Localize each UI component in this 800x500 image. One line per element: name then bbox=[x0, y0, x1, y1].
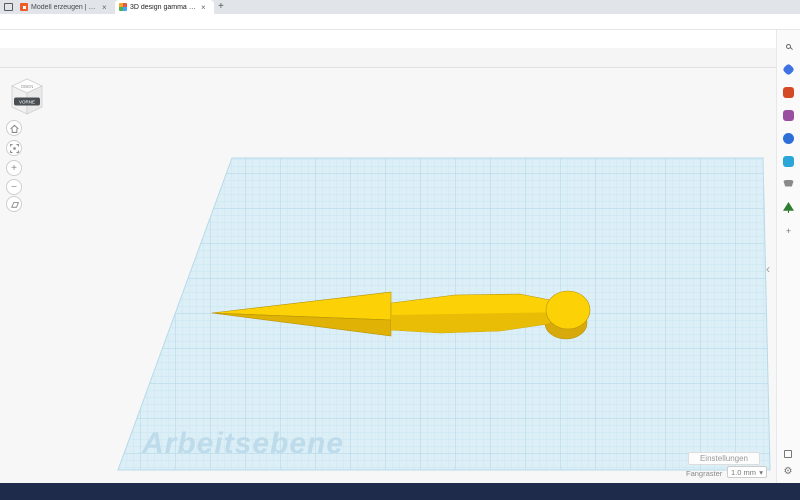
windows-taskbar: Suchen ✓ ∧ ☁ 13:11 22.03.2023 bbox=[0, 483, 800, 500]
fit-view-button[interactable] bbox=[6, 140, 22, 156]
sidebar-window-icon[interactable] bbox=[776, 450, 800, 458]
sidebar-m365-icon[interactable] bbox=[782, 132, 795, 145]
tab-label: 3D design gamma Messer | Tin bbox=[130, 3, 198, 11]
edge-sidebar: + bbox=[776, 30, 800, 483]
snap-grid-select[interactable]: 1.0 mm ▾ bbox=[727, 466, 767, 478]
zoom-in-button[interactable]: + bbox=[6, 160, 22, 176]
viewcube-top-label[interactable]: OBEN bbox=[21, 84, 34, 89]
new-tab-button[interactable]: + bbox=[218, 1, 224, 12]
settings-button[interactable]: Einstellungen bbox=[688, 452, 760, 465]
edit-toolbar: ↶ ↷ Importieren Exportieren Senden an bbox=[0, 48, 776, 115]
perspective-toggle-button[interactable] bbox=[6, 196, 22, 212]
address-bar: ← ↻ ⌂ https://www.tinkercad.com/things/a… bbox=[0, 14, 800, 42]
collapse-panel-icon[interactable]: ‹ bbox=[766, 262, 770, 276]
tinkercad-favicon bbox=[119, 3, 127, 11]
sidebar-shopping-icon[interactable] bbox=[782, 63, 795, 76]
tab-strip: Modell erzeugen | Printables.c × 3D desi… bbox=[0, 0, 800, 14]
sidebar-designer-icon[interactable] bbox=[782, 155, 795, 168]
sidebar-tools-icon[interactable] bbox=[782, 86, 795, 99]
window-glyph bbox=[784, 450, 792, 458]
screen: Modell erzeugen | Printables.c × 3D desi… bbox=[0, 0, 800, 500]
magnifier-glyph bbox=[786, 44, 791, 49]
sidebar-cart-icon[interactable] bbox=[782, 178, 795, 191]
tools-glyph bbox=[783, 87, 794, 98]
shopping-glyph bbox=[782, 63, 795, 76]
sidebar-search-icon[interactable] bbox=[782, 40, 795, 53]
games-glyph bbox=[783, 110, 794, 121]
home-view-button[interactable] bbox=[6, 120, 22, 136]
sidebar-add-icon[interactable]: + bbox=[782, 224, 795, 237]
printables-favicon bbox=[20, 3, 28, 11]
pommel-top bbox=[545, 290, 591, 330]
m365-glyph bbox=[783, 133, 794, 144]
tab-printables[interactable]: Modell erzeugen | Printables.c × bbox=[16, 0, 114, 14]
tab-label: Modell erzeugen | Printables.c bbox=[31, 3, 99, 11]
zoom-out-button[interactable]: − bbox=[6, 179, 22, 195]
designer-glyph bbox=[783, 156, 794, 167]
close-tab-icon[interactable]: × bbox=[102, 3, 107, 12]
tree-glyph bbox=[783, 202, 794, 213]
close-tab-icon[interactable]: × bbox=[201, 3, 206, 12]
tinkercad-header: gamma Messer ▦ bbox=[0, 30, 800, 77]
snap-grid-label: Fangraster bbox=[686, 469, 723, 478]
cart-glyph bbox=[783, 179, 794, 187]
sidebar-tree-icon[interactable] bbox=[782, 201, 795, 214]
viewcube-front-label[interactable]: VORNE bbox=[19, 100, 35, 105]
tab-tinkercad[interactable]: 3D design gamma Messer | Tin × bbox=[115, 0, 214, 14]
chevron-down-icon: ▾ bbox=[759, 467, 763, 477]
viewport-3d[interactable]: Arbeitsebene bbox=[0, 68, 776, 483]
sidebar-settings-gear-icon[interactable]: ⚙ bbox=[776, 466, 800, 477]
tab-actions-icon[interactable] bbox=[4, 3, 13, 11]
snap-grid-value: 1.0 mm bbox=[731, 467, 757, 477]
sidebar-games-icon[interactable] bbox=[782, 109, 795, 122]
viewcube[interactable]: OBEN VORNE bbox=[8, 76, 46, 120]
workplane-label: Arbeitsebene bbox=[141, 427, 344, 460]
workplane-scene: Arbeitsebene bbox=[117, 157, 771, 471]
